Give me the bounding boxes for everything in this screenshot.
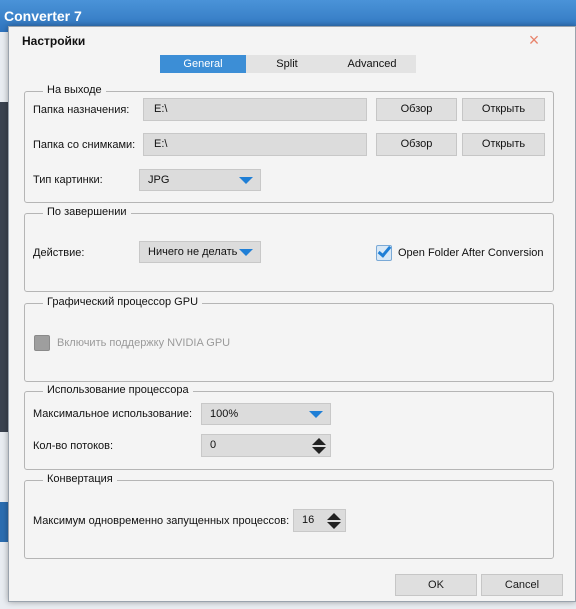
spin-down-icon[interactable] <box>327 522 341 529</box>
cpu-group-title: Использование процессора <box>43 384 193 396</box>
snap-folder-label: Папка со снимками: <box>33 139 136 151</box>
max-usage-label: Максимальное использование: <box>33 408 193 420</box>
chevron-down-icon <box>239 177 253 184</box>
spin-up-icon[interactable] <box>327 513 341 520</box>
completion-group-title: По завершении <box>43 206 131 218</box>
threads-label: Кол-во потоков: <box>33 440 114 452</box>
spinner-arrows-icon[interactable] <box>312 437 326 455</box>
spinner-arrows-icon[interactable] <box>327 512 341 530</box>
ok-button[interactable]: OK <box>395 574 477 596</box>
conversion-group: Конвертация Максимум одновременно запуще… <box>24 473 554 559</box>
tab-advanced[interactable]: Advanced <box>328 55 416 73</box>
dest-browse-button[interactable]: Обзор <box>376 98 457 121</box>
checkmark-icon <box>377 243 392 258</box>
dest-open-button[interactable]: Открыть <box>462 98 545 121</box>
threads-stepper[interactable]: 0 <box>201 434 331 457</box>
threads-value: 0 <box>210 439 217 451</box>
completion-group: По завершении Действие: Ничего не делать… <box>24 206 554 292</box>
output-group: На выходе Папка назначения: E:\ Обзор От… <box>24 84 554 203</box>
settings-dialog: Настройки × General Split Advanced На вы… <box>8 26 576 602</box>
gpu-group: Графический процессор GPU Включить подде… <box>24 296 554 382</box>
max-processes-stepper[interactable]: 16 <box>293 509 346 532</box>
image-type-dropdown[interactable]: JPG <box>139 169 261 191</box>
app-left-panel <box>0 102 8 432</box>
cpu-group: Использование процессора Максимальное ис… <box>24 384 554 470</box>
close-icon[interactable]: × <box>525 31 543 49</box>
max-usage-dropdown[interactable]: 100% <box>201 403 331 425</box>
nvidia-gpu-label: Включить поддержку NVIDIA GPU <box>57 337 231 349</box>
spin-up-icon[interactable] <box>312 438 326 445</box>
snap-browse-button[interactable]: Обзор <box>376 133 457 156</box>
dest-folder-label: Папка назначения: <box>33 104 130 116</box>
open-folder-label: Open Folder After Conversion <box>398 247 544 259</box>
action-dropdown[interactable]: Ничего не делать <box>139 241 261 263</box>
max-usage-value: 100% <box>210 408 239 420</box>
cancel-button[interactable]: Cancel <box>481 574 563 596</box>
tab-bar: General Split Advanced <box>160 55 416 73</box>
dialog-title: Настройки <box>22 34 86 48</box>
gpu-group-title: Графический процессор GPU <box>43 296 203 308</box>
conversion-group-title: Конвертация <box>43 473 117 485</box>
dest-folder-field[interactable]: E:\ <box>143 98 367 121</box>
tab-general[interactable]: General <box>160 55 246 73</box>
spin-down-icon[interactable] <box>312 447 326 454</box>
action-label: Действие: <box>33 247 85 259</box>
action-value: Ничего не делать <box>148 246 238 258</box>
open-folder-checkbox[interactable] <box>376 243 392 261</box>
tab-split[interactable]: Split <box>246 55 328 73</box>
snap-open-button[interactable]: Открыть <box>462 133 545 156</box>
max-processes-value: 16 <box>302 514 315 526</box>
image-type-value: JPG <box>148 174 170 186</box>
chevron-down-icon <box>239 249 253 256</box>
image-type-label: Тип картинки: <box>33 174 103 186</box>
chevron-down-icon <box>309 411 323 418</box>
output-group-title: На выходе <box>43 84 106 96</box>
app-left-strip <box>0 502 8 542</box>
app-title: Converter 7 <box>4 8 82 24</box>
snap-folder-field[interactable]: E:\ <box>143 133 367 156</box>
max-processes-label: Максимум одновременно запущенных процесс… <box>33 515 290 527</box>
nvidia-gpu-checkbox[interactable] <box>34 335 50 351</box>
